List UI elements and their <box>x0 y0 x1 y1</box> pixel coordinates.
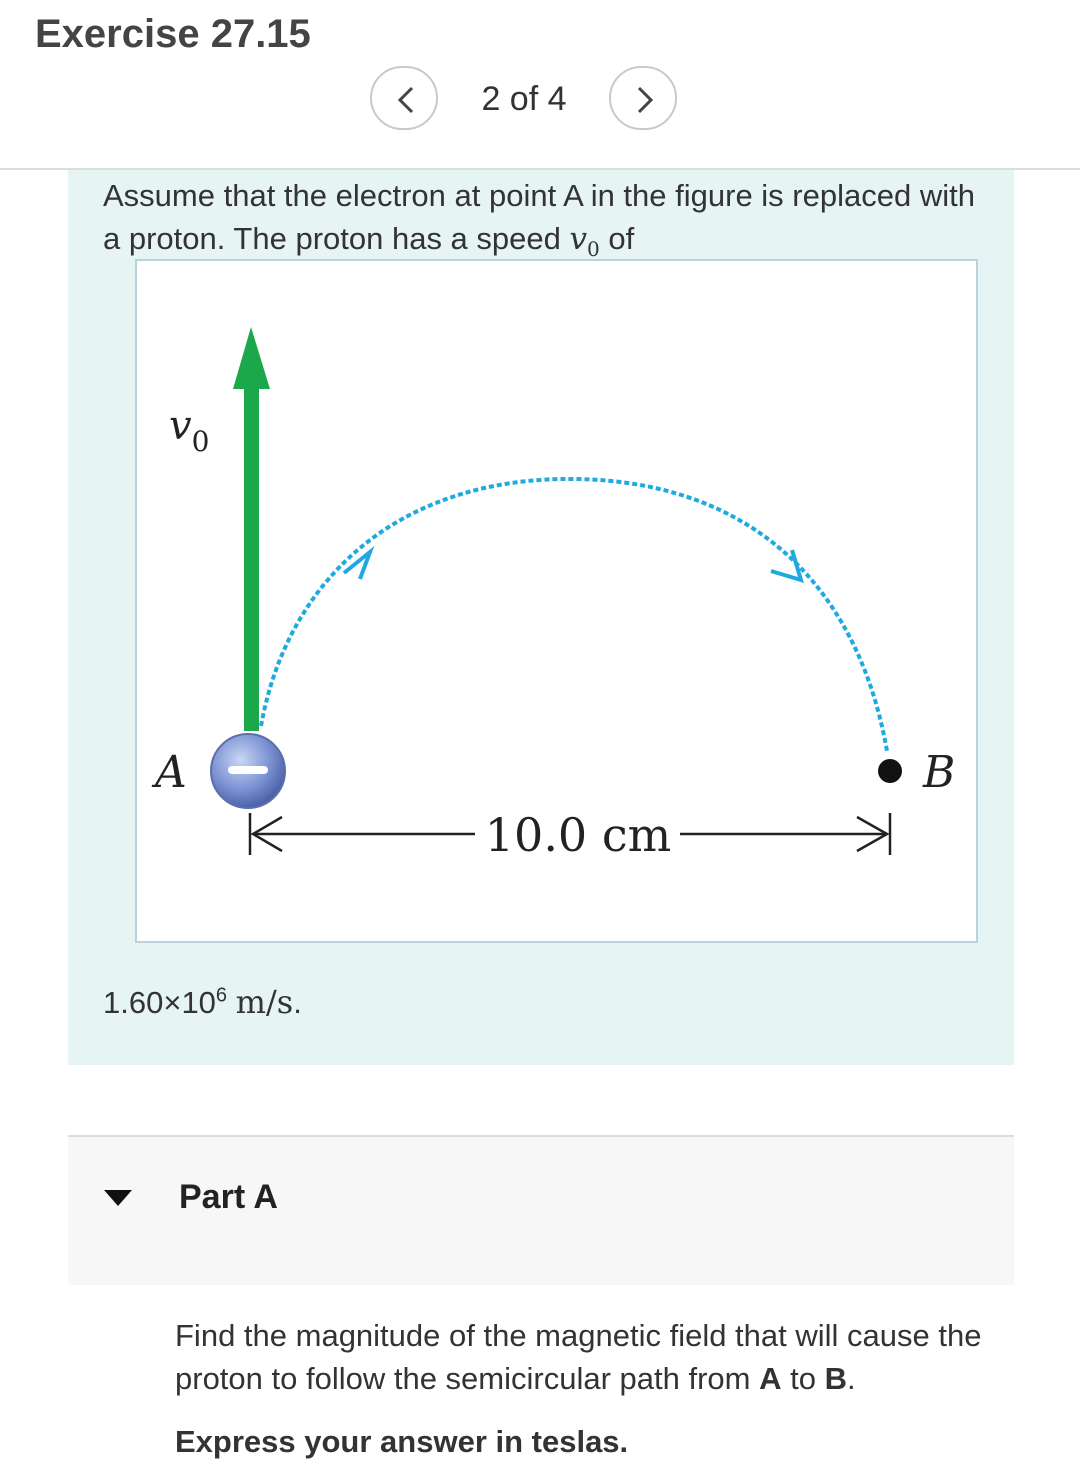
path-arrow-left <box>342 545 375 580</box>
answer-instruction: Express your answer in teslas. <box>175 1424 629 1459</box>
semicircle-path <box>259 476 889 752</box>
label-a: A <box>151 747 187 798</box>
chevron-right-icon <box>637 86 654 114</box>
distance-label: 10.0 cm <box>485 808 671 862</box>
charge-minus-sign <box>228 766 268 774</box>
exercise-title: Exercise 27.15 <box>35 12 311 56</box>
point-b-dot <box>878 759 902 783</box>
next-button[interactable] <box>609 66 677 130</box>
label-b: B <box>922 747 955 798</box>
caret-down-icon[interactable] <box>104 1188 132 1208</box>
page-indicator: 2 of 4 <box>481 80 567 118</box>
speed-value: 1.60×106 m/s. <box>103 983 302 1021</box>
part-a-label[interactable]: Part A <box>179 1178 278 1217</box>
question-point-a: A <box>759 1361 782 1396</box>
velocity-arrow-head <box>233 327 270 389</box>
previous-button[interactable] <box>370 66 438 130</box>
problem-figure: v0 A B 10.0 cm <box>135 259 978 943</box>
part-a-question: Find the magnitude of the magnetic field… <box>175 1318 982 1396</box>
problem-intro: Assume that the electron at point A in t… <box>103 174 983 271</box>
velocity-arrow-shaft <box>244 381 259 731</box>
intro-end: of <box>608 221 635 256</box>
figure-diagram: v0 A B 10.0 cm <box>151 327 955 862</box>
intro-text: Assume that the electron at point A in t… <box>103 178 975 256</box>
speed-variable: v0 <box>569 221 600 262</box>
chevron-left-icon <box>397 86 414 114</box>
label-v0: v0 <box>169 403 209 458</box>
question-point-b: B <box>824 1361 847 1396</box>
